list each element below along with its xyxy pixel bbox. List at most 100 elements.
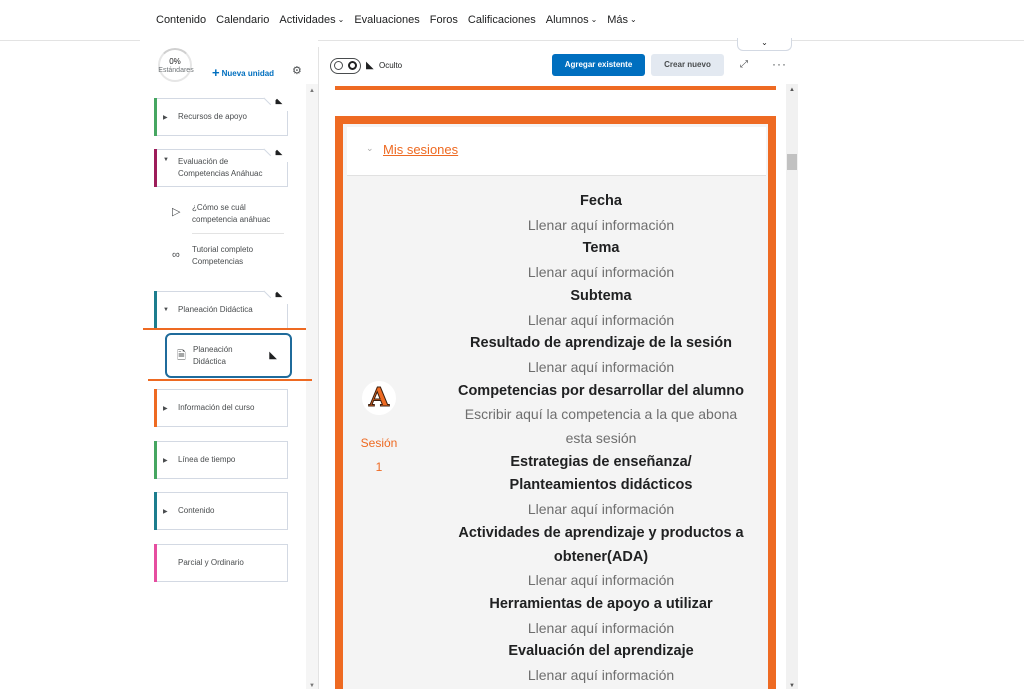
unit-planeacion-didactica[interactable]: ▼ Planeación Didáctica ◣ [154,288,288,329]
field-value-tema: Llenar aquí información [527,264,675,281]
collapse-header-button[interactable]: ⌄ [737,38,792,51]
standards-label: Estándares [158,67,194,74]
scroll-up-icon[interactable]: ▲ [309,88,315,94]
unit-color-bar [154,544,157,582]
link-icon: ∞ [172,249,180,261]
highlight-line-top [143,328,306,330]
scroll-down-icon[interactable]: ▼ [789,683,795,689]
anahuac-logo: A [362,381,396,415]
unit-color-bar [154,98,157,136]
scroll-down-icon[interactable]: ▼ [309,683,315,689]
unit-color-bar [154,291,157,329]
nav-contenido[interactable]: Contenido [156,14,206,26]
field-value-estrategias: Llenar aquí información [527,501,675,518]
nav-foros[interactable]: Foros [430,14,458,26]
visibility-label: Oculto [379,61,403,70]
nav-calendario[interactable]: Calendario [216,14,269,26]
standards-percent: 0% [169,57,181,66]
field-heading-herramientas: Herramientas de apoyo a utilizar [489,595,713,612]
field-heading-resultado: Resultado de aprendizaje de la sesión [470,335,732,352]
chevron-down-icon[interactable]: ⌄ [366,143,374,154]
add-existing-button[interactable]: Agregar existente [552,54,645,76]
nav-mas[interactable]: Más ⌄ [607,14,636,26]
field-value-herramientas: Llenar aquí información [527,619,675,636]
unit-color-bar [154,492,157,530]
scroll-up-icon[interactable]: ▲ [789,87,795,93]
scroll-thumb[interactable] [787,154,797,170]
chevron-down-icon: ⌄ [590,15,598,24]
caret-down-icon[interactable]: ▼ [163,307,169,313]
topic-label: Planeación Didáctica [193,345,233,366]
topic-label: ¿Cómo se cuál competencia anáhuac [192,203,271,224]
unit-label: Recursos de apoyo [178,112,247,121]
more-options-button[interactable]: ··· [772,57,787,71]
unit-evaluacion-competencias[interactable]: ▼ Evaluación de Competencias Anáhuac ◣ [154,146,288,187]
topic-label: Tutorial completo Competencias Anáhuac [192,245,254,266]
session-fields: Fecha Llenar aquí información Tema Llena… [448,190,754,688]
create-new-button[interactable]: Crear nuevo [651,54,724,76]
caret-right-icon[interactable]: ▶ [163,457,168,464]
field-value-fecha: Llenar aquí información [527,216,675,233]
video-icon: ▷ [172,206,181,218]
caret-right-icon[interactable]: ▶ [163,114,168,121]
unit-label: Planeación Didáctica [178,305,253,314]
hidden-eye-icon: ◣ [270,95,288,111]
unit-informacion-del-curso[interactable]: ▶ Información del curso [154,389,288,427]
visibility-toggle[interactable] [330,58,361,74]
previous-block-border [335,86,776,90]
nav-alumnos[interactable]: Alumnos ⌄ [546,14,598,26]
hidden-eye-icon: ◣ [366,60,374,71]
chevron-down-icon: ⌄ [761,38,768,47]
session-label: Sesión [360,436,398,450]
unit-label: Línea de tiempo [178,455,236,464]
field-heading-competencias: Competencias por desarrollar del alumno [457,382,745,399]
document-icon: 🗎 [177,350,186,362]
highlight-line-bottom [148,379,312,381]
unit-parcial-y-ordinario[interactable]: Parcial y Ordinario [154,544,288,582]
unit-color-bar [154,389,157,427]
chevron-down-icon: ⌄ [630,15,637,24]
field-value-actividades: Llenar aquí información [527,572,675,589]
unit-label: Parcial y Ordinario [178,558,244,567]
nav-evaluaciones[interactable]: Evaluaciones [354,14,419,26]
field-value-competencias-line2: esta sesión [565,430,637,447]
toggle-track-circle [334,61,343,70]
hidden-eye-icon: ◣ [270,288,288,304]
nav-calificaciones[interactable]: Calificaciones [468,14,536,26]
caret-right-icon[interactable]: ▶ [163,405,168,412]
section-title-link[interactable]: Mis sesiones [383,142,458,157]
course-navigation: Contenido Calendario Actividades ⌄ Evalua… [156,14,647,26]
sidebar-scrollbar[interactable]: ▲ ▼ [306,84,318,689]
hidden-eye-icon: ◣ [269,350,277,361]
unit-color-bar [154,149,157,187]
field-value-evaluacion: Llenar aquí información [527,667,675,684]
caret-right-icon[interactable]: ▶ [163,508,168,515]
fullscreen-icon[interactable]: ⤢ [740,59,748,70]
field-heading-estrategias-line1: Estrategias de enseñanza/ [510,453,692,470]
field-heading-actividades-line1: Actividades de aprendizaje y productos a [458,524,744,541]
plus-icon: + [212,65,220,80]
field-value-subtema: Llenar aquí información [527,311,675,328]
caret-down-icon[interactable]: ▼ [163,157,169,163]
hidden-eye-icon: ◣ [270,146,288,162]
session-number: 1 [375,460,383,474]
field-heading-fecha: Fecha [580,193,622,209]
unit-label: Contenido [178,506,215,515]
gear-icon[interactable]: ⚙ [292,64,302,77]
topic-planeacion-didactica-selected[interactable]: 🗎 Planeación Didáctica ◣ [165,333,292,378]
chevron-down-icon: ⌄ [337,15,345,24]
field-heading-actividades-line2: obtener(ADA) [553,548,649,565]
field-heading-evaluacion: Evaluación del aprendizaje [508,643,694,660]
unit-linea-de-tiempo[interactable]: ▶ Línea de tiempo [154,441,288,479]
unit-label: Información del curso [178,403,255,412]
unit-recursos-de-apoyo[interactable]: ▶ Recursos de apoyo ◣ [154,95,288,136]
unit-contenido[interactable]: ▶ Contenido [154,492,288,530]
field-heading-tema: Tema [582,240,620,257]
field-value-competencias-line1: Escribir aquí la competencia a la que ab… [464,406,738,423]
nav-actividades[interactable]: Actividades ⌄ [279,14,344,26]
unit-label: Evaluación de Competencias Anáhuac [178,157,263,178]
content-scrollbar[interactable]: ▲ ▼ [786,84,798,689]
new-unit-button[interactable]: + Nueva unidad [212,64,274,80]
field-heading-estrategias-line2: Planteamientos didácticos [509,477,693,494]
divider [192,233,284,234]
